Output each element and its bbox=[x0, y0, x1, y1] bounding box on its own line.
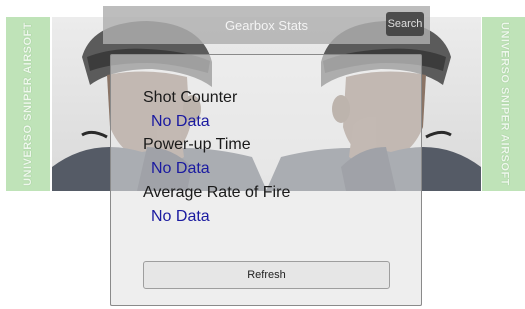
brand-banner-right-text: UNIVERSO SNIPER AIRSOFT bbox=[498, 22, 511, 186]
app-title: Gearbox Stats bbox=[224, 17, 309, 33]
brand-banner-right: UNIVERSO SNIPER AIRSOFT bbox=[482, 17, 525, 191]
average-rate-of-fire-value: No Data bbox=[151, 208, 210, 225]
shot-counter-value: No Data bbox=[151, 113, 210, 130]
brand-banner-left: UNIVERSO SNIPER AIRSOFT bbox=[6, 17, 50, 191]
power-up-time-value: No Data bbox=[151, 160, 210, 177]
shot-counter-label: Shot Counter bbox=[143, 89, 238, 106]
refresh-button[interactable]: Refresh bbox=[143, 261, 390, 289]
app-bar: Gearbox Stats Search bbox=[103, 6, 430, 44]
power-up-time-label: Power-up Time bbox=[143, 136, 251, 153]
stats-card: Shot Counter No Data Power-up Time No Da… bbox=[110, 54, 422, 306]
search-button[interactable]: Search bbox=[386, 12, 424, 36]
average-rate-of-fire-label: Average Rate of Fire bbox=[143, 184, 291, 201]
brand-banner-left-text: UNIVERSO SNIPER AIRSOFT bbox=[21, 22, 34, 186]
